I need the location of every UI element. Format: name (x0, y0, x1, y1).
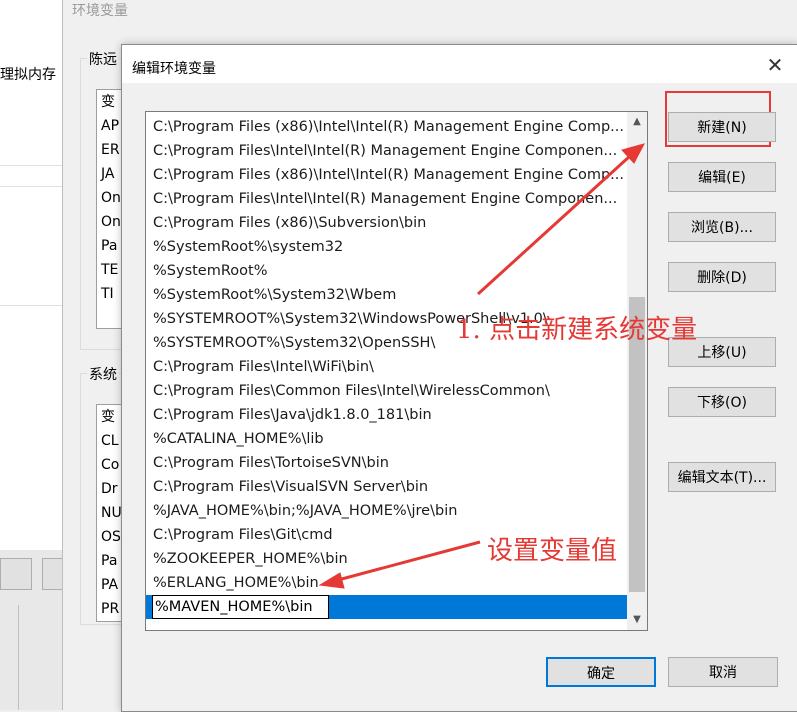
annotation-step1: 1. 点击新建系统变量 (456, 315, 698, 345)
arrow-to-new-button (476, 154, 632, 296)
annotation-arrows (318, 143, 645, 589)
arrow-to-new-path (337, 540, 481, 582)
arrowhead (318, 572, 345, 589)
annotation-step2: 设置变量值 (487, 536, 618, 566)
